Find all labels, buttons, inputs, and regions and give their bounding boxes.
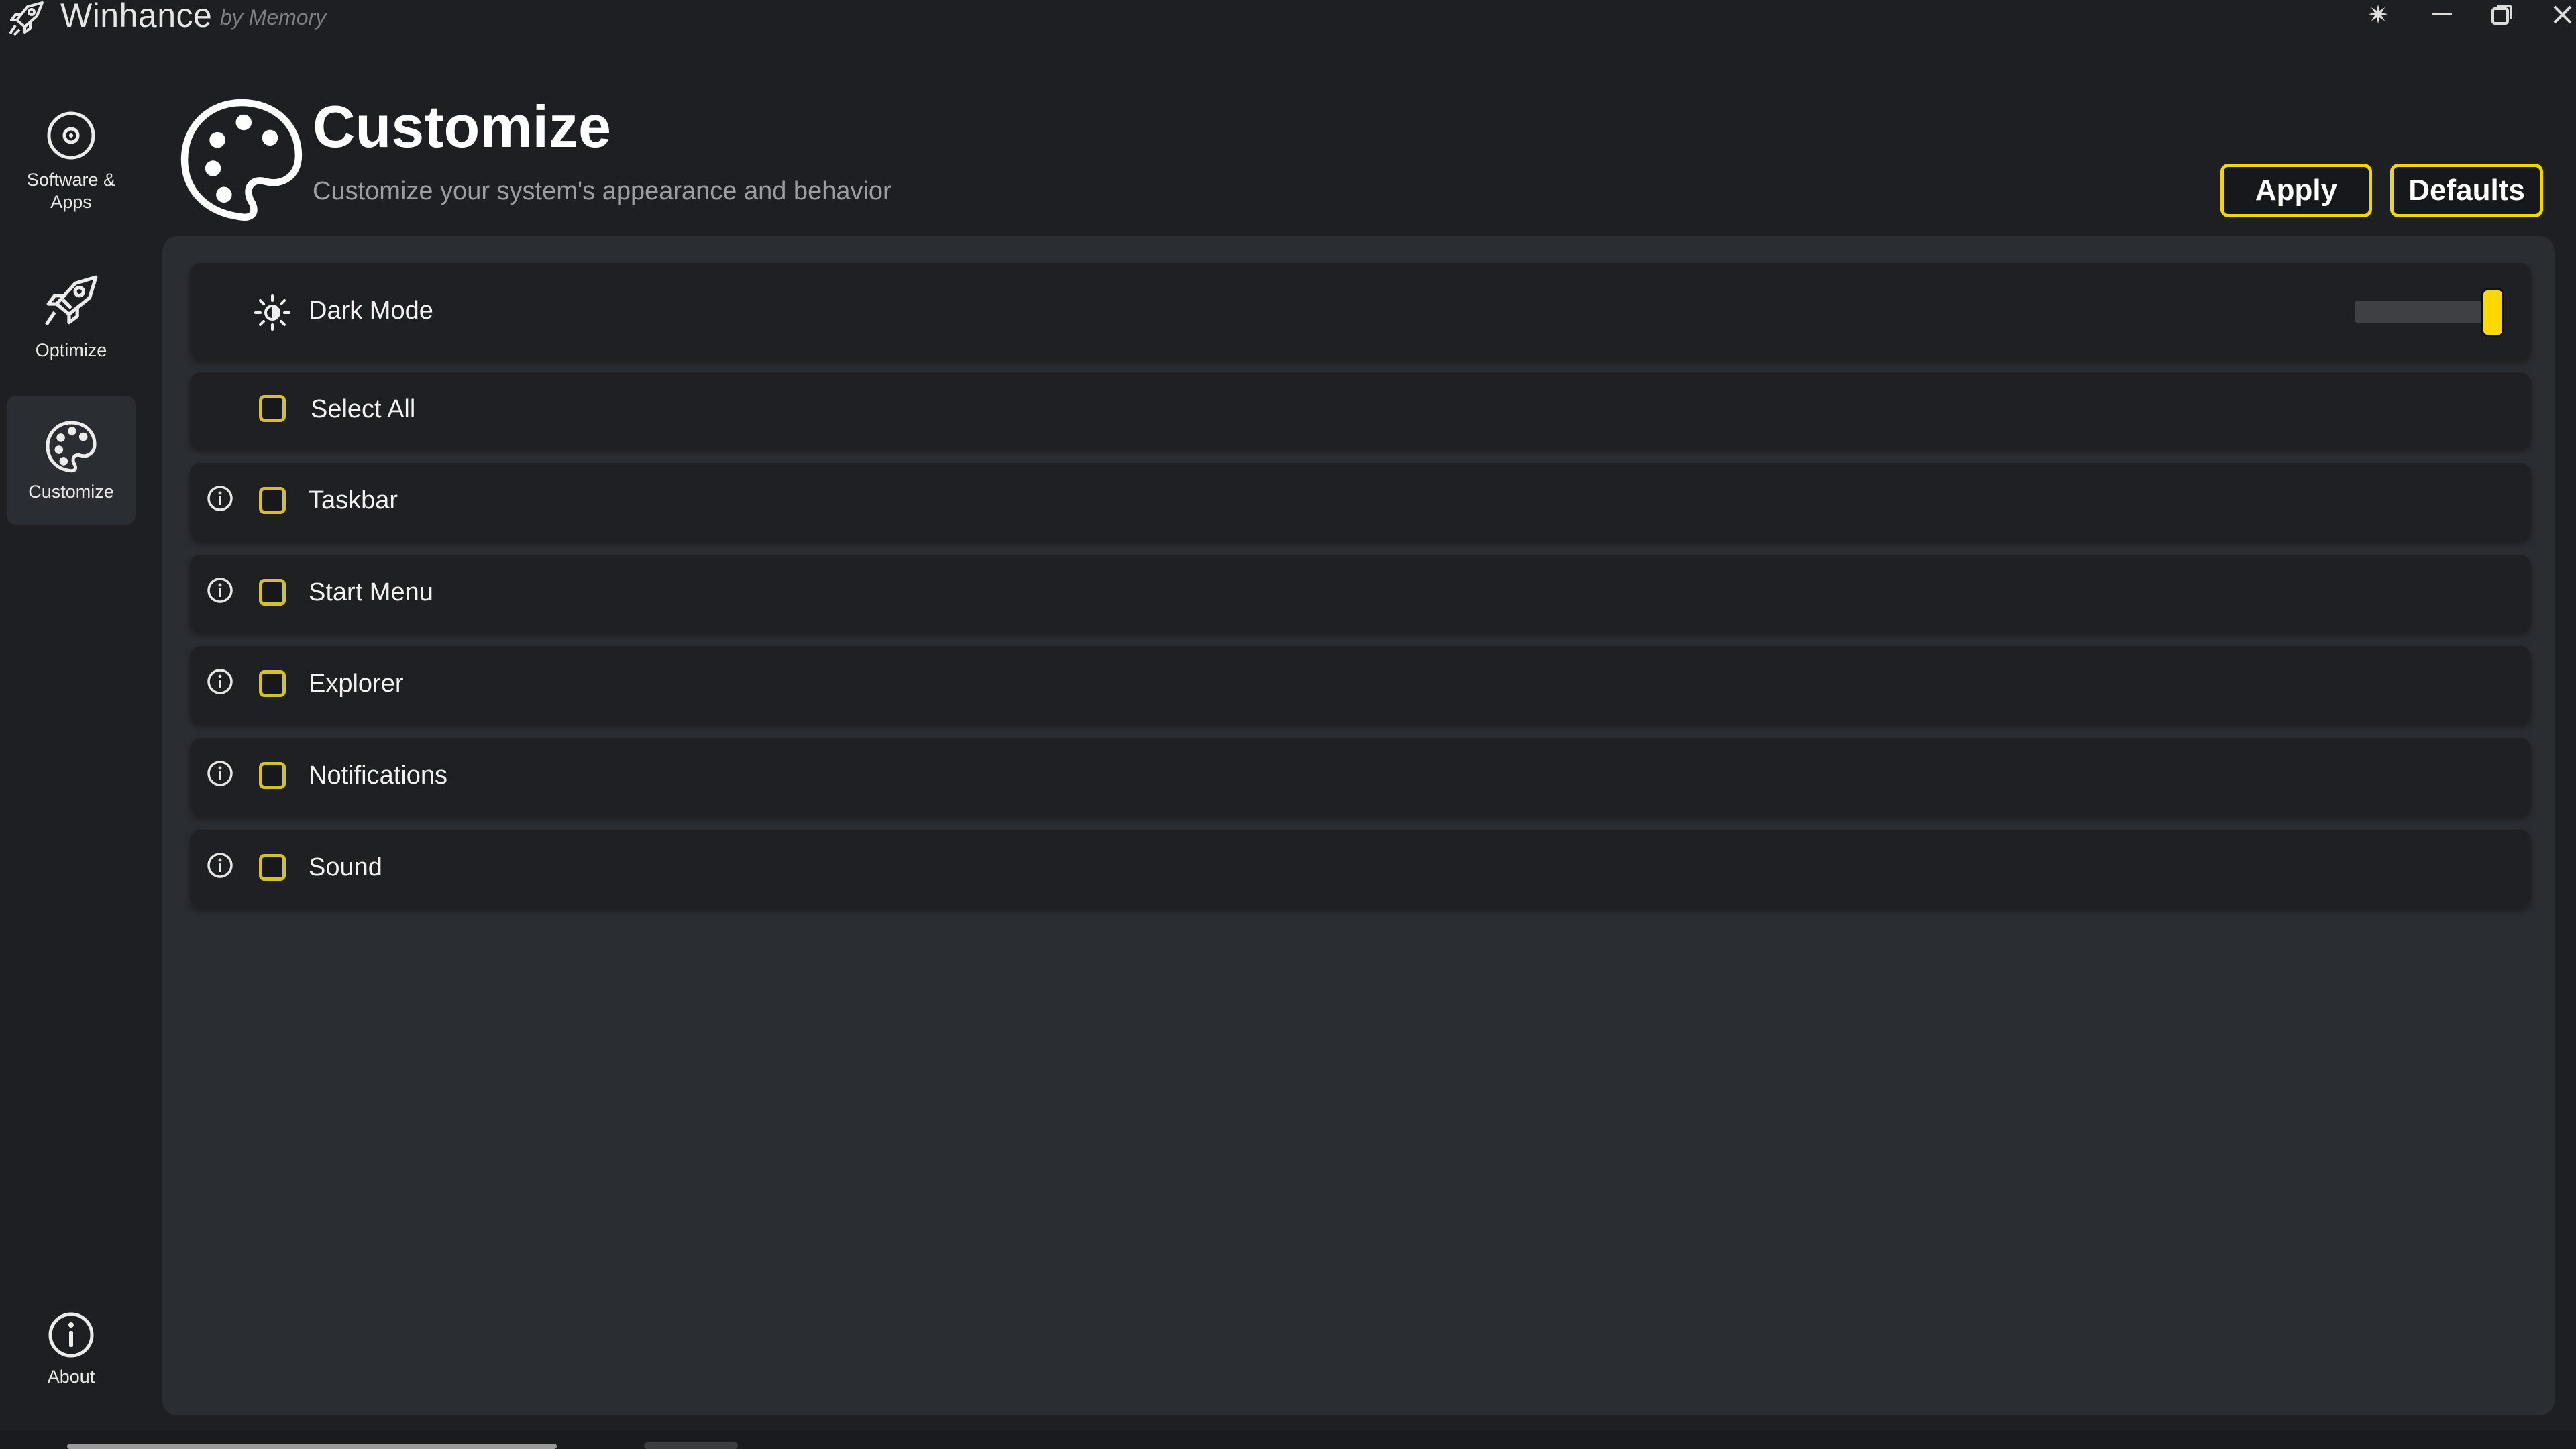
category-row[interactable]: Explorer [190, 646, 2531, 723]
sun-icon [254, 294, 290, 331]
sidebar-item-label: Software & Apps [27, 169, 115, 213]
sidebar-item-about[interactable]: About [7, 1301, 136, 1402]
maximize-button[interactable] [2475, 0, 2529, 30]
category-checkbox[interactable] [259, 487, 286, 514]
app-title: Winhance [60, 0, 213, 34]
minimize-icon [2432, 13, 2452, 15]
sidebar-item-customize[interactable]: Customize [7, 396, 136, 525]
select-all-label: Select All [311, 395, 416, 423]
category-label: Sound [309, 853, 382, 881]
select-all-row[interactable]: Select All [190, 372, 2531, 448]
sidebar-item-software-apps[interactable]: Software & Apps [7, 101, 136, 228]
sidebar-label-line1: Software & [26, 170, 116, 190]
category-row[interactable]: Sound [190, 830, 2531, 907]
apply-button[interactable]: Apply [2220, 164, 2372, 217]
category-row[interactable]: Notifications [190, 738, 2531, 815]
page-title: Customize [313, 93, 611, 160]
title-bar [0, 0, 2576, 38]
rocket-icon [45, 275, 98, 326]
theme-toggle-button[interactable]: ✷ [2351, 0, 2405, 30]
close-button[interactable] [2536, 0, 2576, 30]
dark-mode-label: Dark Mode [309, 297, 433, 325]
app-subtitle: by Memory [220, 5, 327, 30]
sidebar-item-label: About [47, 1366, 95, 1387]
page-subtitle: Customize your system's appearance and b… [313, 177, 892, 205]
info-icon[interactable] [207, 852, 233, 879]
select-all-checkbox[interactable] [259, 395, 286, 422]
info-icon[interactable] [207, 668, 233, 695]
rocket-icon [9, 1, 44, 36]
sidebar-item-label: Optimize [35, 340, 107, 360]
slider-track[interactable] [2355, 301, 2498, 323]
sidebar-item-label: Customize [28, 481, 114, 502]
defaults-button[interactable]: Defaults [2390, 164, 2543, 217]
category-row[interactable]: Taskbar [190, 463, 2531, 540]
restore-icon [2491, 5, 2512, 25]
category-checkbox[interactable] [259, 670, 286, 697]
category-row[interactable]: Start Menu [190, 555, 2531, 632]
category-checkbox[interactable] [259, 579, 286, 606]
palette-icon [180, 99, 303, 221]
category-label: Taskbar [309, 486, 398, 515]
info-icon[interactable] [207, 485, 233, 512]
sidebar-item-optimize[interactable]: Optimize [7, 263, 136, 370]
info-icon[interactable] [207, 760, 233, 787]
minimize-button[interactable] [2415, 0, 2469, 30]
category-checkbox[interactable] [259, 762, 286, 789]
palette-icon [46, 420, 97, 472]
category-label: Start Menu [309, 578, 433, 606]
category-checkbox[interactable] [259, 854, 286, 881]
dark-mode-row: Dark Mode [190, 263, 2531, 359]
disc-icon [47, 111, 95, 160]
slider-thumb[interactable] [2481, 288, 2504, 337]
scrollbar-segment[interactable] [644, 1442, 738, 1449]
info-icon[interactable] [207, 577, 233, 604]
sun-icon: ✷ [2367, 1, 2389, 30]
category-label: Notifications [309, 761, 447, 790]
horizontal-scrollbar[interactable] [67, 1444, 557, 1449]
close-icon [2553, 5, 2572, 24]
info-icon [48, 1312, 94, 1358]
category-label: Explorer [309, 669, 404, 698]
sidebar-label-line2: Apps [50, 192, 92, 212]
dark-mode-slider[interactable] [2355, 284, 2511, 337]
